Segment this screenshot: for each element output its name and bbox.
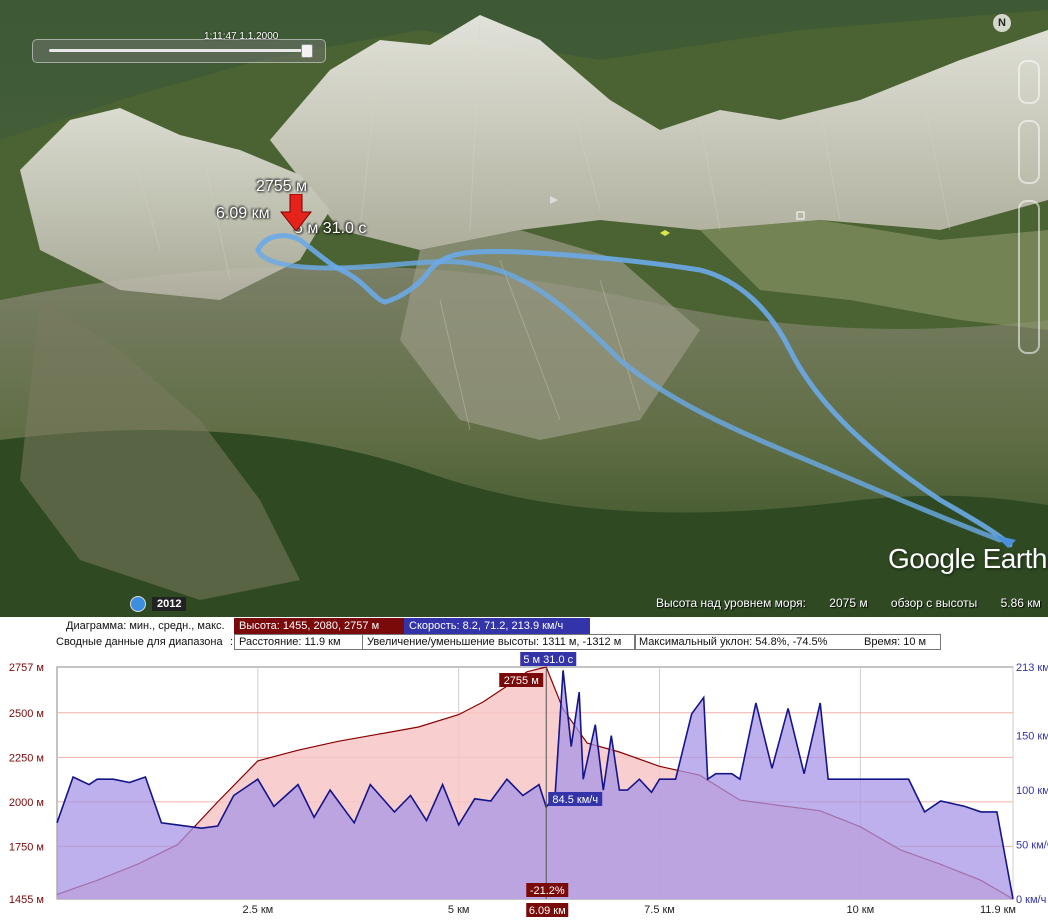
time-slider[interactable]: [32, 39, 326, 63]
google-earth-logo: Google Earth: [888, 543, 1048, 574]
y-right-tick-label: 150 км/ч: [1016, 731, 1048, 743]
zoom-slider[interactable]: [1018, 200, 1040, 354]
y-left-tick-label: 2757 м: [9, 662, 44, 674]
cursor-slope-tag: -21.2%: [530, 885, 565, 897]
cursor-speed-tag: 84.5 км/ч: [552, 794, 598, 806]
status-eye-label: обзор с высоты: [890, 596, 978, 610]
status-bar: Высота над уровнем моря: 2075 м обзор с …: [656, 596, 1041, 610]
time-slider-handle[interactable]: [301, 44, 313, 58]
y-right-tick-label: 50 км/ч: [1016, 840, 1048, 852]
position-marker-icon: [280, 194, 312, 232]
x-tick-label: 5 км: [448, 904, 470, 916]
y-left-tick-label: 1455 м: [9, 894, 44, 906]
x-tick-label: 10 км: [847, 904, 875, 916]
look-control-icon[interactable]: [1018, 60, 1040, 104]
y-right-tick-label: 213 км/ч: [1016, 662, 1048, 674]
navigation-controls[interactable]: [1016, 60, 1040, 354]
elevation-profile-panel[interactable]: Диаграмма: мин., средн., макс. Высота: 1…: [0, 617, 1048, 921]
compass-icon[interactable]: N: [993, 14, 1011, 32]
terrain-3d-view[interactable]: [0, 0, 1048, 617]
cursor-time-tag: 5 м 31.0 с: [523, 654, 573, 666]
cursor-elevation-tag: 2755 м: [504, 675, 539, 687]
map-view[interactable]: 1:11:47 1.1.2000 N 2755 м 6.09 км 5 м 31…: [0, 0, 1048, 617]
x-tick-label: 2.5 км: [242, 904, 273, 916]
elevation-speed-chart[interactable]: 1455 м 1750 м 2000 м 2250 м 2500 м 2757 м 0 км…: [0, 617, 1048, 921]
y-left-tick-label: 2500 м: [9, 708, 44, 720]
cursor-distance-tag: 6.09 км: [529, 905, 566, 917]
time-slider-track[interactable]: [49, 49, 309, 52]
imagery-date-badge[interactable]: 2012: [130, 596, 187, 612]
status-eye-value: 5.86 км: [1000, 596, 1041, 610]
move-control-icon[interactable]: [1018, 120, 1040, 184]
status-elevation-label: Высота над уровнем моря:: [656, 596, 806, 610]
y-left-tick-label: 2250 м: [9, 752, 44, 764]
y-left-tick-label: 2000 м: [9, 797, 44, 809]
marker-distance-label: 6.09 км: [216, 205, 270, 222]
time-slider-label: 1:11:47 1.1.2000: [204, 31, 279, 42]
y-right-tick-label: 0 км/ч: [1016, 894, 1046, 906]
y-left-tick-label: 1750 м: [9, 841, 44, 853]
status-elevation-value: 2075 м: [829, 596, 868, 610]
x-tick-label: 11.9 км: [980, 904, 1016, 916]
historical-imagery-icon[interactable]: [130, 596, 146, 612]
imagery-year: 2012: [152, 597, 187, 611]
y-right-tick-label: 100 км/ч: [1016, 785, 1048, 797]
x-tick-label: 7.5 км: [644, 904, 675, 916]
